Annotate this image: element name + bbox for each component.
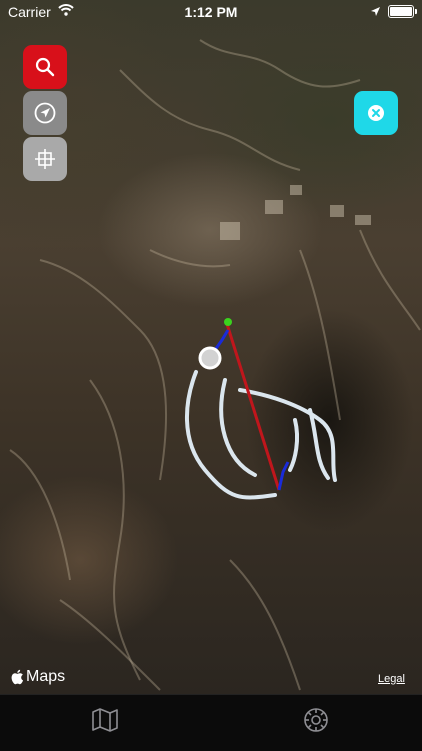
gear-icon	[304, 708, 328, 732]
apple-logo-icon	[11, 669, 24, 685]
legal-link[interactable]: Legal	[378, 673, 405, 685]
status-bar: Carrier 1:12 PM	[0, 0, 422, 22]
search-button[interactable]	[23, 45, 67, 89]
route-segment-lower	[277, 461, 290, 491]
battery-icon	[388, 5, 417, 18]
route-start-marker[interactable]	[224, 318, 232, 326]
route-line	[225, 323, 281, 491]
route-segment-upper	[213, 329, 230, 351]
map-icon	[92, 708, 118, 732]
tracking-button[interactable]	[23, 137, 67, 181]
tab-map[interactable]	[90, 705, 120, 735]
close-icon	[368, 105, 384, 121]
maps-attribution: Maps	[10, 668, 65, 686]
location-arrow-icon	[34, 102, 56, 124]
close-button[interactable]	[354, 91, 398, 135]
map-buildings	[220, 185, 371, 240]
maps-label: Maps	[26, 668, 66, 685]
location-arrow-icon	[370, 4, 381, 20]
crosshair-icon	[35, 149, 55, 169]
tab-bar	[0, 694, 422, 751]
clock: 1:12 PM	[184, 4, 238, 20]
locate-button[interactable]	[23, 91, 67, 135]
user-location-marker[interactable]	[198, 346, 222, 370]
tab-settings[interactable]	[301, 705, 331, 735]
search-icon	[35, 57, 55, 77]
